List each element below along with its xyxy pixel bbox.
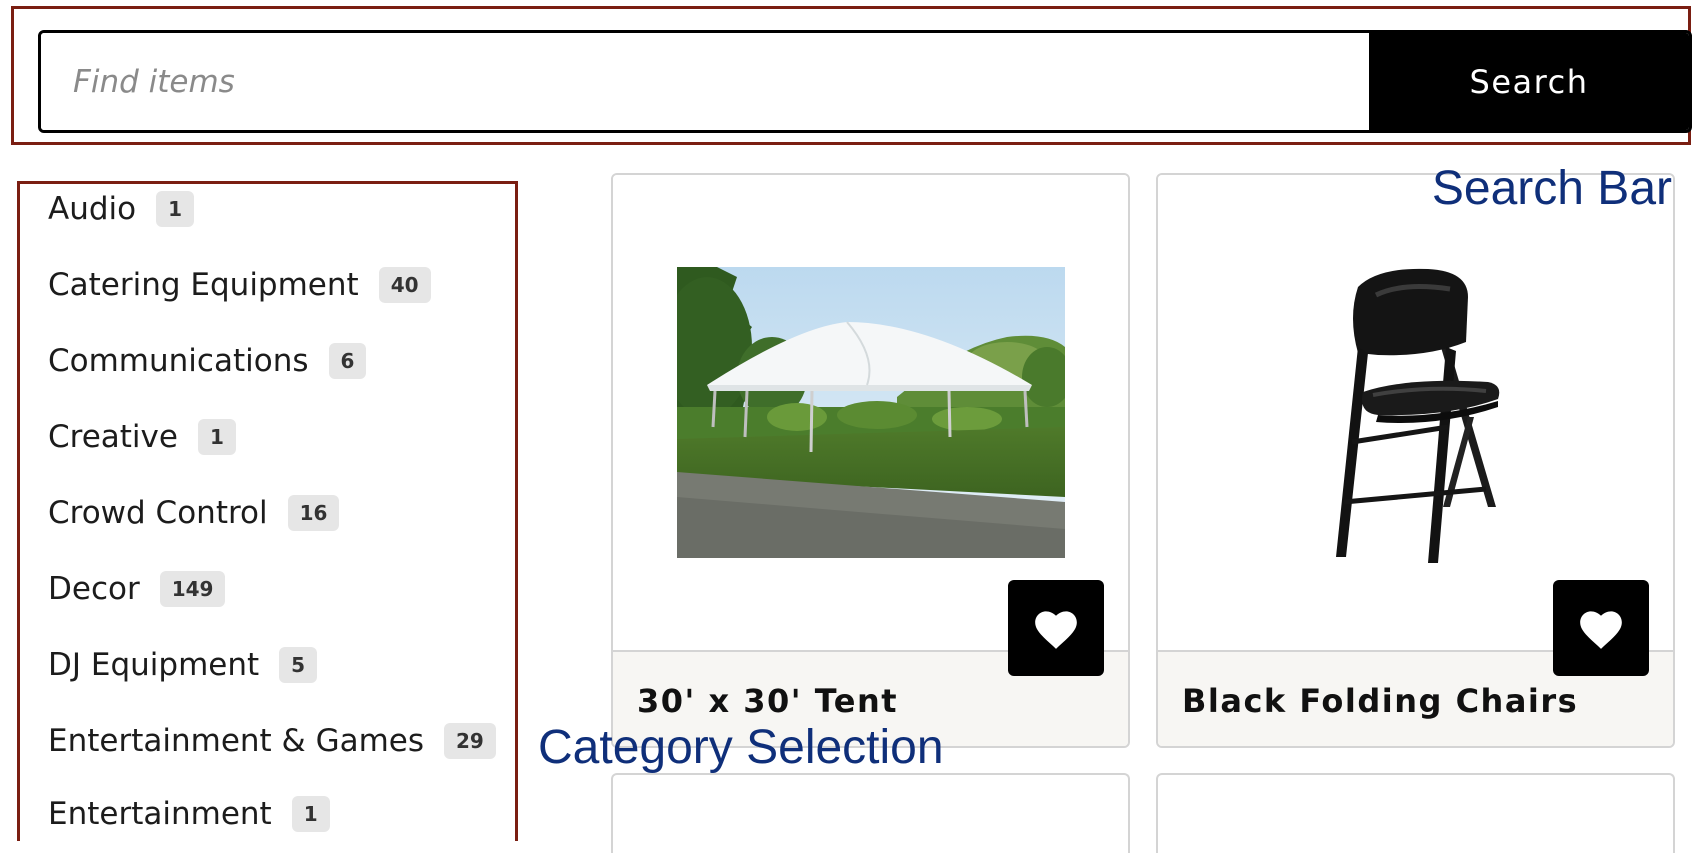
- product-card-partial[interactable]: [611, 773, 1130, 853]
- product-card-chairs[interactable]: Black Folding Chairs: [1156, 173, 1675, 748]
- tent-photo: [677, 267, 1065, 558]
- category-item-catering-equipment[interactable]: Catering Equipment 40: [48, 265, 431, 305]
- category-item-communications[interactable]: Communications 6: [48, 341, 367, 381]
- favorite-button[interactable]: [1008, 580, 1104, 676]
- product-card-partial[interactable]: [1156, 773, 1675, 853]
- category-item-entertainment-games[interactable]: Entertainment & Games 29: [48, 721, 496, 761]
- category-name: DJ Equipment: [48, 647, 260, 683]
- category-count-badge: 1: [291, 796, 330, 832]
- category-count-badge: 6: [328, 343, 367, 379]
- search-bar-region: Search: [11, 6, 1692, 145]
- search-bar-annotation: Search Bar: [1431, 162, 1672, 215]
- category-count-badge: 29: [444, 723, 496, 759]
- search-input[interactable]: [41, 33, 1369, 130]
- favorite-button[interactable]: [1553, 580, 1649, 676]
- category-item-audio[interactable]: Audio 1: [48, 189, 195, 229]
- category-count-badge: 149: [159, 571, 226, 607]
- category-count-badge: 16: [287, 495, 340, 531]
- heart-icon: [1580, 611, 1622, 649]
- category-item-decor[interactable]: Decor 149: [48, 569, 226, 609]
- product-card-tent[interactable]: 30' x 30' Tent: [611, 173, 1130, 748]
- category-item-entertainment[interactable]: Entertainment 1: [48, 794, 330, 834]
- category-selection-region: Audio 1 Catering Equipment 40 Communicat…: [17, 181, 518, 841]
- product-image-area: [613, 175, 1128, 676]
- category-item-dj-equipment[interactable]: DJ Equipment 5: [48, 645, 318, 685]
- heart-icon: [1035, 611, 1077, 649]
- category-name: Decor: [48, 571, 140, 607]
- category-name: Creative: [48, 419, 178, 455]
- category-name: Communications: [48, 343, 309, 379]
- category-count-badge: 1: [156, 191, 195, 227]
- folding-chair-photo: [1336, 268, 1500, 563]
- product-image-area: [1158, 175, 1673, 676]
- category-item-crowd-control[interactable]: Crowd Control 16: [48, 493, 340, 533]
- product-title[interactable]: Black Folding Chairs: [1182, 682, 1578, 720]
- category-name: Entertainment: [48, 796, 272, 832]
- category-name: Entertainment & Games: [48, 723, 425, 759]
- search-button[interactable]: Search: [1369, 33, 1689, 130]
- category-count-badge: 5: [279, 647, 318, 683]
- category-name: Catering Equipment: [48, 267, 359, 303]
- category-count-badge: 1: [197, 419, 236, 455]
- category-item-creative[interactable]: Creative 1: [48, 417, 236, 457]
- search-box: Search: [38, 30, 1692, 133]
- category-name: Crowd Control: [48, 495, 268, 531]
- category-selection-annotation: Category Selection: [538, 721, 944, 774]
- category-name: Audio: [48, 191, 137, 227]
- category-count-badge: 40: [378, 267, 431, 303]
- product-title[interactable]: 30' x 30' Tent: [637, 682, 898, 720]
